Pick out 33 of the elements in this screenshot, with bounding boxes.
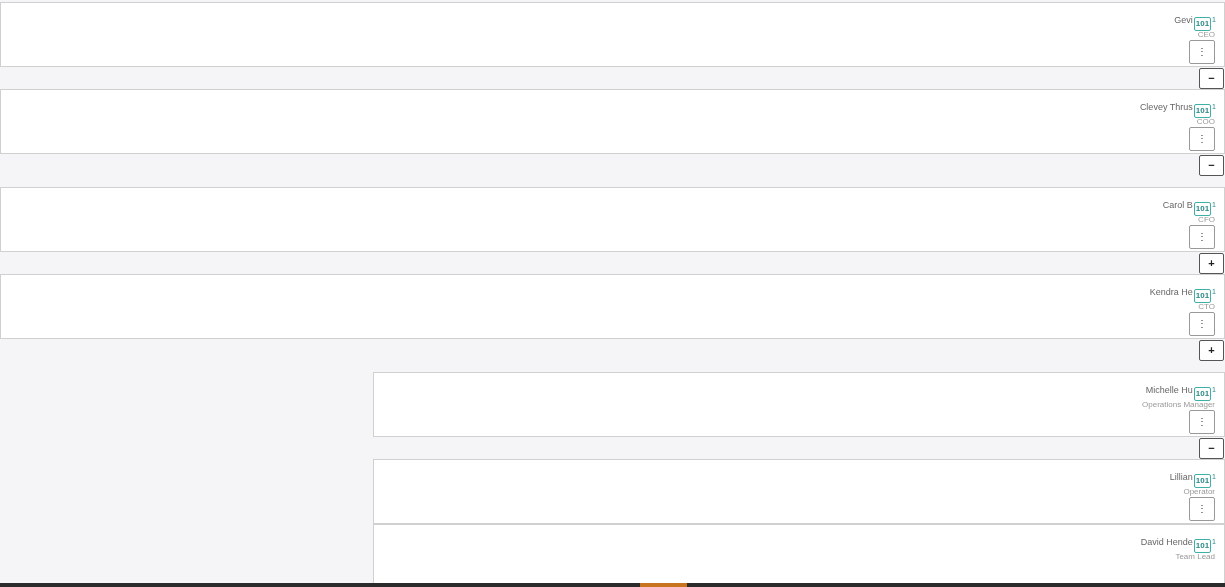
collapse-button[interactable]: − xyxy=(1199,155,1224,176)
id-badge: 101 xyxy=(1193,539,1212,553)
person-name: Michelle Hu xyxy=(1145,384,1193,396)
more-button[interactable]: ⋮ xyxy=(1189,127,1215,151)
more-button[interactable]: ⋮ xyxy=(1189,497,1215,521)
id-badge: 101 xyxy=(1193,289,1212,303)
expand-button[interactable]: + xyxy=(1199,253,1224,274)
id-badge: 101 xyxy=(1193,104,1212,118)
more-button[interactable]: ⋮ xyxy=(1189,312,1215,336)
job-title: CFO xyxy=(1198,215,1215,224)
id-badge: 101 xyxy=(1193,202,1212,216)
expand-button[interactable]: + xyxy=(1199,340,1224,361)
person-name: Clevey Thrus xyxy=(1139,101,1193,113)
job-title: Operations Manager xyxy=(1142,400,1215,409)
id-badge: 101 xyxy=(1193,17,1212,31)
id-badge: 101 xyxy=(1193,474,1212,488)
job-title: COO xyxy=(1196,117,1215,126)
job-title: CTO xyxy=(1198,302,1215,311)
collapse-button[interactable]: − xyxy=(1199,68,1224,89)
person-name: David Hende xyxy=(1140,536,1193,548)
person-name: Kendra He xyxy=(1149,286,1193,298)
id-badge: 101 xyxy=(1193,387,1212,401)
more-button[interactable]: ⋮ xyxy=(1189,410,1215,434)
job-title: Operator xyxy=(1183,487,1215,496)
job-title: Team Lead xyxy=(1175,552,1215,561)
more-button[interactable]: ⋮ xyxy=(1189,225,1215,249)
person-name: Carol B xyxy=(1162,199,1193,211)
job-title: CEO xyxy=(1197,30,1215,39)
taskbar-item[interactable] xyxy=(640,583,687,587)
person-name: Gevi xyxy=(1174,14,1193,26)
person-name: Lillian xyxy=(1169,471,1193,483)
collapse-button[interactable]: − xyxy=(1199,438,1224,459)
more-button[interactable]: ⋮ xyxy=(1189,40,1215,64)
